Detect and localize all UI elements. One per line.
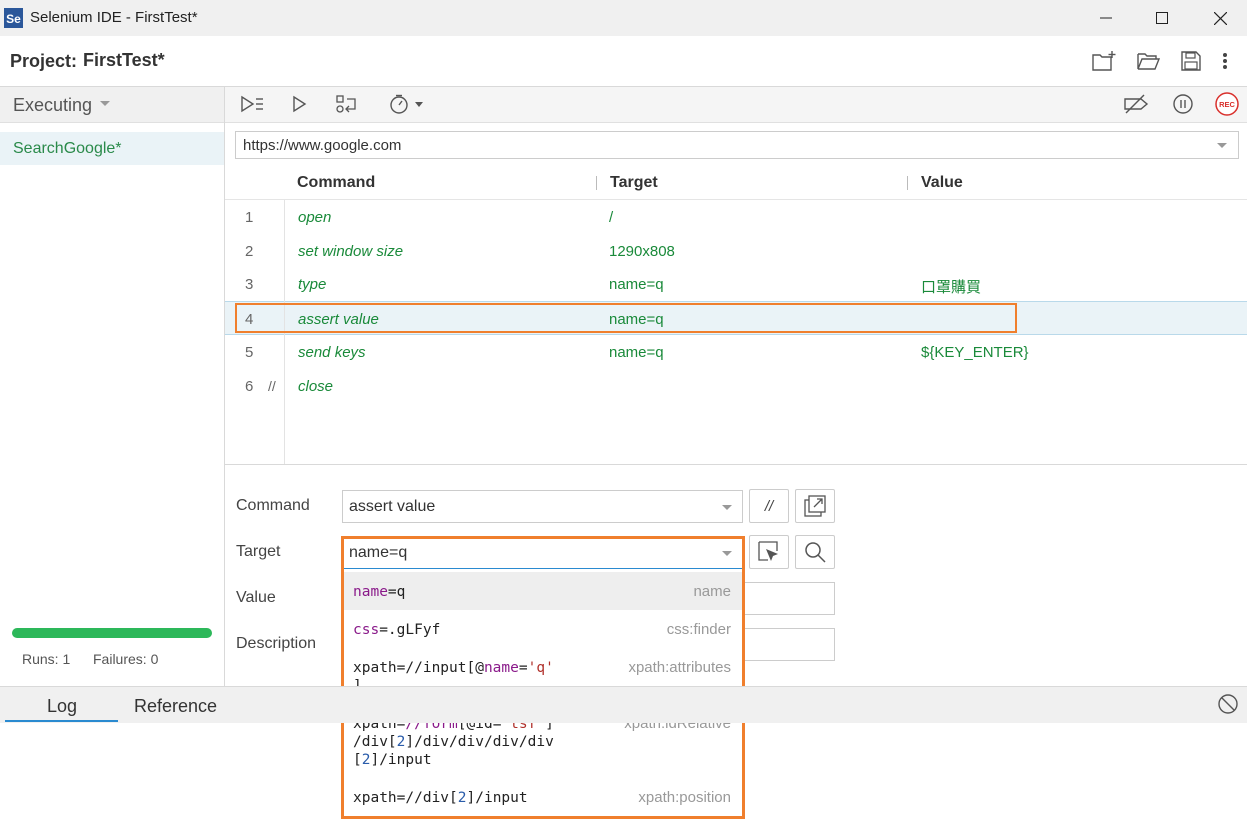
close-icon <box>1213 11 1227 25</box>
command-row[interactable]: 5 send keys name=q ${KEY_ENTER} <box>225 335 1247 369</box>
open-project-button[interactable] <box>1135 50 1161 72</box>
tab-log[interactable]: Log <box>47 696 77 717</box>
record-icon: REC <box>1215 92 1239 116</box>
row-number: 6 <box>245 378 254 395</box>
row-value: 口罩購買 <box>921 279 982 296</box>
run-all-tests-button[interactable] <box>238 92 266 116</box>
run-progress-bar <box>12 628 212 638</box>
row-comment-marker: // <box>268 378 276 394</box>
more-options-button[interactable] <box>1212 50 1238 72</box>
row-command: close <box>298 378 334 395</box>
base-url-value[interactable]: https://www.google.com <box>243 137 401 154</box>
pause-icon <box>1173 94 1193 114</box>
selenium-app-icon: Se <box>4 8 23 28</box>
row-number: 5 <box>245 344 254 361</box>
row-command: set window size <box>298 243 404 260</box>
new-project-button[interactable] <box>1091 50 1117 72</box>
external-link-icon <box>804 495 826 517</box>
test-list-panel <box>0 87 225 686</box>
row-number: 3 <box>245 276 254 293</box>
row-number: 1 <box>245 209 254 226</box>
play-icon <box>293 95 307 113</box>
project-name[interactable]: FirstTest* <box>83 50 165 71</box>
minimize-icon <box>1100 17 1112 19</box>
command-field-label: Command <box>236 497 310 514</box>
command-field[interactable]: assert value <box>342 490 743 523</box>
annotation-highlight-row <box>235 303 1017 333</box>
select-target-button[interactable] <box>749 535 789 569</box>
row-target: name=q <box>609 276 664 293</box>
maximize-icon <box>1156 12 1168 24</box>
chevron-down-icon[interactable] <box>1217 143 1227 148</box>
panel-divider[interactable] <box>225 464 1247 465</box>
tab-reference[interactable]: Reference <box>134 696 217 717</box>
new-folder-icon <box>1092 51 1116 71</box>
row-target: / <box>609 209 614 226</box>
target-field-label: Target <box>236 543 281 560</box>
column-separator[interactable] <box>907 176 908 190</box>
close-window-button[interactable] <box>1197 0 1243 36</box>
open-folder-icon <box>1137 53 1161 70</box>
window-title: Selenium IDE - FirstTest* <box>30 9 198 26</box>
search-icon <box>805 542 826 563</box>
timer-icon <box>390 94 423 114</box>
chevron-down-icon[interactable] <box>722 505 732 510</box>
disable-breakpoints-button[interactable] <box>1122 92 1150 116</box>
column-header-command: Command <box>297 174 376 191</box>
breakpoint-icon <box>1124 94 1149 114</box>
row-target: name=q <box>609 344 664 361</box>
select-element-icon <box>758 541 778 561</box>
toggle-comment-button[interactable]: // <box>749 489 789 523</box>
failures-count: Failures: 0 <box>93 651 159 667</box>
more-vertical-icon <box>1223 53 1227 69</box>
block-icon <box>1218 694 1238 714</box>
row-command: type <box>298 276 327 293</box>
row-number: 2 <box>245 243 254 260</box>
toolbar <box>225 87 1247 123</box>
column-header-value: Value <box>921 174 963 191</box>
run-all-icon <box>241 95 263 113</box>
test-speed-button[interactable] <box>388 92 426 116</box>
open-reference-button[interactable] <box>795 489 835 523</box>
clear-log-button[interactable] <box>1217 693 1239 715</box>
row-target: 1290x808 <box>609 243 675 260</box>
command-table-header <box>225 166 1247 200</box>
minimize-button[interactable] <box>1083 0 1129 36</box>
value-field-label: Value <box>236 589 276 606</box>
command-row[interactable]: 1 open / <box>225 200 1247 234</box>
command-row[interactable]: 2 set window size 1290x808 <box>225 234 1247 268</box>
row-value: ${KEY_ENTER} <box>921 344 1029 361</box>
project-bar <box>0 36 1247 87</box>
svg-text:REC: REC <box>1219 100 1235 109</box>
run-current-test-button[interactable] <box>288 92 310 116</box>
project-label: Project: <box>10 51 78 71</box>
test-list-item-label[interactable]: SearchGoogle* <box>13 140 122 158</box>
save-icon <box>1181 51 1201 71</box>
command-row[interactable]: 3 type name=q 口罩購買 <box>225 267 1247 301</box>
comment-toggle-label: // <box>764 497 774 515</box>
maximize-button[interactable] <box>1139 0 1185 36</box>
description-field-label: Description <box>236 635 317 652</box>
find-target-button[interactable] <box>795 535 835 569</box>
step-icon <box>336 95 356 113</box>
save-project-button[interactable] <box>1178 50 1204 72</box>
pause-on-exceptions-button[interactable] <box>1171 92 1195 116</box>
annotation-highlight-target <box>341 536 745 819</box>
step-over-button[interactable] <box>333 92 359 116</box>
row-command: open <box>298 209 332 226</box>
row-command: send keys <box>298 344 366 361</box>
record-button[interactable]: REC <box>1214 92 1240 116</box>
command-field-value[interactable]: assert value <box>349 498 435 516</box>
active-tab-indicator <box>5 720 118 722</box>
column-separator[interactable] <box>596 176 597 190</box>
mode-selector-label[interactable]: Executing <box>13 95 92 116</box>
runs-count: Runs: 1 <box>22 651 71 667</box>
column-header-target: Target <box>610 174 658 191</box>
command-row[interactable]: 6 // close <box>225 369 1247 403</box>
chevron-down-icon[interactable] <box>100 101 110 106</box>
